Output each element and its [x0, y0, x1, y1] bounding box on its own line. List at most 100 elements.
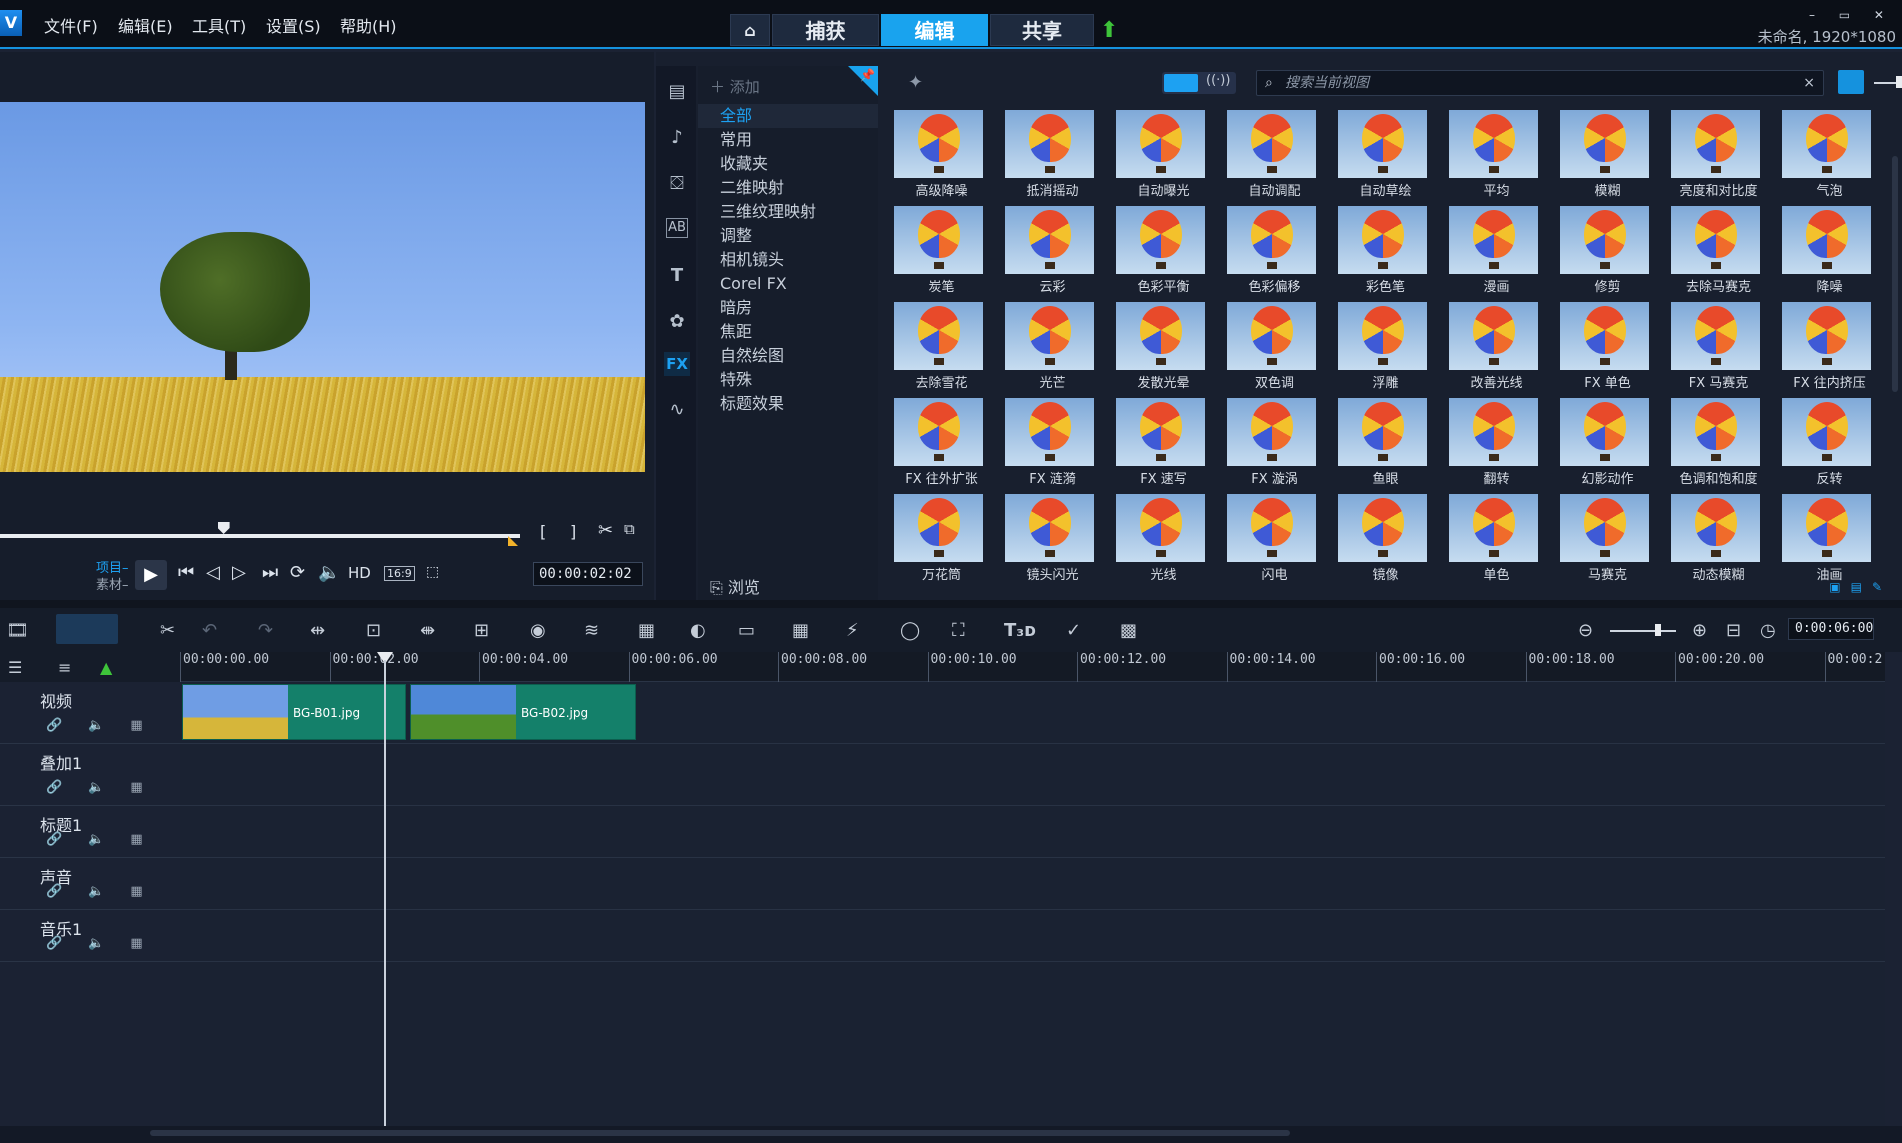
effect-thumbnail[interactable]: 云彩: [997, 202, 1108, 298]
mark-in-icon[interactable]: [: [540, 522, 546, 541]
zoom-in-icon[interactable]: ⊕: [1692, 620, 1707, 641]
category-item[interactable]: 调整: [698, 224, 878, 248]
effect-thumbnail[interactable]: 镜像: [1330, 490, 1441, 586]
track-header[interactable]: 音乐1 🔗🔈▦: [0, 910, 180, 962]
aspect-ratio-button[interactable]: 16:9: [384, 566, 415, 581]
timeline-zoom-knob[interactable]: [1655, 624, 1661, 636]
effect-thumbnail[interactable]: 镜头闪光: [997, 490, 1108, 586]
track-header[interactable]: 叠加1 🔗🔈▦: [0, 744, 180, 806]
pin-icon[interactable]: 📌: [860, 68, 875, 82]
track-manager-icon[interactable]: ☰: [8, 658, 22, 677]
enlarge-preview-icon[interactable]: ⧉: [624, 520, 635, 538]
category-item[interactable]: Corel FX: [698, 272, 878, 296]
path-icon[interactable]: ∿: [664, 398, 690, 422]
split-screen-icon[interactable]: ⛶: [952, 620, 965, 641]
timeline-clip[interactable]: BG-B02.jpg: [410, 684, 636, 740]
fit-view-icon[interactable]: ⊞: [474, 620, 489, 641]
resize-crop-icon[interactable]: ⬚: [426, 564, 439, 580]
subtitle-editor-icon[interactable]: ▭: [738, 620, 755, 641]
effect-thumbnail[interactable]: FX 马赛克: [1663, 298, 1774, 394]
effect-thumbnail[interactable]: FX 往内挤压: [1774, 298, 1885, 394]
storyboard-view-icon[interactable]: 🎞: [6, 620, 29, 641]
playhead-line[interactable]: [384, 660, 386, 1126]
timecode-display[interactable]: 00:00:02:02: [533, 562, 643, 586]
category-item[interactable]: 特殊: [698, 368, 878, 392]
menu-tools[interactable]: 工具(T): [192, 13, 246, 37]
effect-thumbnail[interactable]: 反转: [1774, 394, 1885, 490]
go-to-end-icon[interactable]: ⏭: [262, 562, 278, 583]
track-controls-icons[interactable]: 🔗🔈▦: [46, 884, 169, 899]
transition-icon[interactable]: ⛋: [664, 172, 690, 196]
home-tab-icon[interactable]: ⌂: [730, 14, 770, 46]
track-header[interactable]: 标题1 🔗🔈▦: [0, 806, 180, 858]
effect-thumbnail[interactable]: 油画: [1774, 490, 1885, 586]
effect-thumbnail[interactable]: 鱼眼: [1330, 394, 1441, 490]
menu-edit[interactable]: 编辑(E): [118, 13, 173, 37]
add-category-button[interactable]: ＋ 添加: [710, 76, 760, 97]
time-remap-icon[interactable]: ⚡: [846, 620, 859, 641]
effect-thumbnail[interactable]: 降噪: [1774, 202, 1885, 298]
timeline-divider[interactable]: [0, 600, 1902, 608]
category-item[interactable]: 自然绘图: [698, 344, 878, 368]
multi-camera-icon[interactable]: ▦: [792, 620, 809, 641]
effect-thumbnail[interactable]: 模糊: [1552, 106, 1663, 202]
timeline-zoom-slider[interactable]: [1610, 630, 1676, 632]
repeat-icon[interactable]: ⟳: [290, 562, 305, 583]
track-header[interactable]: 声音 🔗🔈▦: [0, 858, 180, 910]
instant-project-icon[interactable]: ♪: [664, 126, 690, 150]
menu-file[interactable]: 文件(F): [44, 13, 98, 37]
effect-thumbnail[interactable]: 自动草绘: [1330, 106, 1441, 202]
search-icon[interactable]: ⌕: [1265, 71, 1273, 95]
effect-thumbnail[interactable]: 漫画: [1441, 202, 1552, 298]
effect-thumbnail[interactable]: 改善光线: [1441, 298, 1552, 394]
track-header[interactable]: 视频 🔗🔈▦: [0, 682, 180, 744]
scrub-bar[interactable]: [0, 534, 520, 538]
category-item[interactable]: 二维映射: [698, 176, 878, 200]
effect-thumbnail[interactable]: 去除马赛克: [1663, 202, 1774, 298]
scrub-handle[interactable]: [217, 522, 230, 534]
effect-thumbnail[interactable]: 色彩偏移: [1219, 202, 1330, 298]
add-to-favorites-icon[interactable]: ✦: [908, 72, 923, 93]
category-item[interactable]: 相机镜头: [698, 248, 878, 272]
track-lane[interactable]: [180, 858, 1885, 910]
effect-thumbnail[interactable]: 幻影动作: [1552, 394, 1663, 490]
effect-thumbnail[interactable]: 万花筒: [886, 490, 997, 586]
tab-capture[interactable]: 捕获: [772, 14, 879, 46]
category-item[interactable]: 常用: [698, 128, 878, 152]
ripple-icon[interactable]: ⇼: [420, 620, 435, 641]
split-clip-icon[interactable]: ✂: [598, 520, 613, 541]
go-to-start-icon[interactable]: ⏮: [178, 562, 194, 583]
effect-thumbnail[interactable]: FX 漩涡: [1219, 394, 1330, 490]
effect-thumbnail[interactable]: 光芒: [997, 298, 1108, 394]
fit-timeline-icon[interactable]: ⊟: [1726, 620, 1741, 641]
effect-thumbnail[interactable]: 彩色笔: [1330, 202, 1441, 298]
effect-thumbnail[interactable]: 气泡: [1774, 106, 1885, 202]
effect-thumbnail[interactable]: 修剪: [1552, 202, 1663, 298]
effect-thumbnail[interactable]: 高级降噪: [886, 106, 997, 202]
video-preview[interactable]: [0, 102, 645, 472]
track-lane[interactable]: [180, 910, 1885, 962]
paint-creator-icon[interactable]: ✓: [1066, 620, 1081, 641]
track-controls-icons[interactable]: 🔗🔈▦: [46, 718, 169, 733]
search-input[interactable]: ⌕ 搜索当前视图 ×: [1256, 70, 1824, 96]
browse-button[interactable]: ⎘ 浏览: [710, 574, 760, 598]
category-item[interactable]: 暗房: [698, 296, 878, 320]
video-filter-toggle-icon[interactable]: [1164, 74, 1198, 92]
track-lane[interactable]: [180, 806, 1885, 858]
effect-thumbnail[interactable]: 发散光晕: [1108, 298, 1219, 394]
effect-thumbnail[interactable]: 动态模糊: [1663, 490, 1774, 586]
project-duration[interactable]: 0:00:06:00: [1788, 618, 1874, 640]
effect-thumbnail[interactable]: 平均: [1441, 106, 1552, 202]
clear-search-icon[interactable]: ×: [1803, 71, 1815, 95]
menu-settings[interactable]: 设置(S): [266, 13, 321, 37]
category-item[interactable]: 三维纹理映射: [698, 200, 878, 224]
next-frame-icon[interactable]: ▷: [232, 562, 246, 583]
category-item[interactable]: 收藏夹: [698, 152, 878, 176]
effect-thumbnail[interactable]: 自动曝光: [1108, 106, 1219, 202]
effect-thumbnail[interactable]: 翻转: [1441, 394, 1552, 490]
effect-thumbnail[interactable]: FX 单色: [1552, 298, 1663, 394]
effect-thumbnail[interactable]: FX 涟漪: [997, 394, 1108, 490]
category-item[interactable]: 标题效果: [698, 392, 878, 416]
3d-title-icon[interactable]: T₃ᴅ: [1004, 620, 1036, 641]
tab-edit[interactable]: 编辑: [881, 14, 988, 46]
